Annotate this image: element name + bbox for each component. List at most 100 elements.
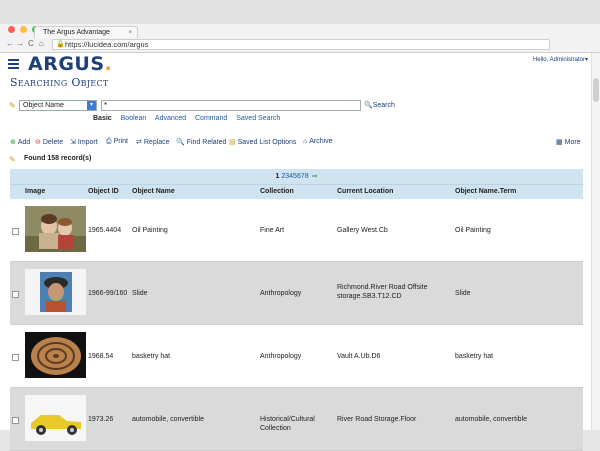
painting-thumbnail: [25, 206, 86, 252]
table-header: Image Object ID Object Name Collection C…: [10, 184, 583, 199]
import-button[interactable]: ⇲ Import: [70, 138, 98, 146]
basketry-hat-thumbnail: [25, 332, 86, 378]
url-text: https://lucidea.com/argus: [65, 40, 149, 49]
search-mode-tabs: Basic Boolean Advanced Command Saved Sea…: [93, 115, 287, 122]
logo-text: ARGUS: [28, 53, 105, 75]
pencil-icon: ✎: [9, 101, 16, 110]
table-row[interactable]: 1966-99/160 Slide Anthropology Richmond.…: [10, 262, 583, 325]
cell-location: Gallery West.Cb: [337, 227, 388, 234]
col-collection[interactable]: Collection: [260, 188, 294, 195]
col-object-name[interactable]: Object Name: [132, 188, 175, 195]
printer-icon: ⎙: [106, 138, 112, 145]
pager-pages[interactable]: 2345678: [281, 173, 308, 180]
tab-basic[interactable]: Basic: [93, 115, 112, 122]
delete-label: Delete: [42, 139, 64, 146]
add-label: Add: [17, 139, 31, 146]
magnifier-icon: 🔍: [176, 139, 185, 146]
table-row[interactable]: 1965.4404 Oil Painting Fine Art Gallery …: [10, 199, 583, 262]
cell-collection: Fine Art: [260, 227, 285, 234]
table-row[interactable]: 1973.26 automobile, convertible Historic…: [10, 388, 583, 451]
pager-current: 1: [275, 173, 280, 180]
tab-title: The Argus Advantage: [43, 29, 110, 36]
page-title: Searching Object: [10, 76, 109, 89]
import-label: Import: [77, 139, 98, 146]
user-menu[interactable]: Hello, Administrator▾: [533, 56, 588, 63]
lock-icon: 🔒: [56, 41, 65, 48]
address-bar[interactable]: 🔒 https://lucidea.com/argus: [52, 39, 550, 50]
cell-object-name: Oil Painting: [132, 227, 168, 234]
saved-list-button[interactable]: ▤ Saved List Options: [229, 138, 296, 146]
search-input[interactable]: *: [101, 100, 361, 111]
search-button[interactable]: 🔍Search: [364, 101, 395, 109]
pager-next-icon[interactable]: ⇒: [312, 173, 318, 180]
more-button[interactable]: ▦ More: [556, 138, 581, 146]
tab-boolean[interactable]: Boolean: [121, 115, 147, 122]
argus-logo: ARGUS.: [28, 53, 112, 75]
forward-button[interactable]: →: [16, 39, 24, 48]
cell-object-name: basketry hat: [132, 353, 171, 360]
print-label: Print: [113, 138, 129, 145]
automobile-thumbnail: [25, 395, 86, 441]
find-related-button[interactable]: 🔍 Find Related: [176, 138, 226, 146]
field-select[interactable]: Object Name ▾: [19, 100, 97, 111]
cell-collection: Anthropology: [260, 353, 302, 360]
home-button[interactable]: ⌂: [39, 39, 44, 48]
col-object-id[interactable]: Object ID: [88, 188, 119, 195]
more-icon: ▦: [556, 139, 563, 146]
saved-list-label: Saved List Options: [237, 139, 297, 146]
print-button[interactable]: ⎙ Print: [106, 138, 128, 146]
scrollbar-thumb[interactable]: [593, 78, 599, 102]
row-checkbox[interactable]: [12, 291, 19, 298]
add-button[interactable]: ⊕ Add: [10, 138, 30, 146]
tab-command[interactable]: Command: [195, 115, 227, 122]
cell-object-id: 1973.26: [88, 416, 114, 423]
cell-location: Richmond.River Road Offsite storage.SB3.…: [337, 284, 428, 300]
cell-term: Slide: [455, 290, 471, 297]
archive-icon: ⌂: [303, 138, 308, 145]
pager: 1 2345678 ⇒: [10, 169, 583, 184]
archive-label: Archive: [309, 138, 333, 145]
archive-button[interactable]: ⌂ Archive: [303, 138, 333, 145]
replace-button[interactable]: ⇄ Replace: [136, 138, 170, 146]
row-checkbox[interactable]: [12, 417, 19, 424]
back-button[interactable]: ←: [6, 39, 14, 48]
cell-object-id: 1968.54: [88, 353, 114, 360]
tab-saved-search[interactable]: Saved Search: [236, 115, 280, 122]
delete-icon: ⊖: [35, 139, 41, 146]
browser-tab[interactable]: The Argus Advantage ×: [34, 26, 138, 38]
cell-term: basketry hat: [455, 353, 494, 360]
search-button-label: Search: [372, 102, 395, 109]
tab-strip: [0, 0, 600, 24]
table-row[interactable]: 1968.54 basketry hat Anthropology Vault …: [10, 325, 583, 388]
vertical-scrollbar[interactable]: [591, 53, 600, 430]
cell-collection: Historical/Cultural Collection: [260, 416, 315, 432]
cell-location: Vault A.Ub.D6: [337, 353, 381, 360]
cell-term: Oil Painting: [455, 227, 491, 234]
cell-object-name: Slide: [132, 290, 148, 297]
pencil-icon: ✎: [9, 155, 16, 164]
replace-icon: ⇄: [136, 139, 142, 146]
col-current-location[interactable]: Current Location: [337, 188, 393, 195]
slide-thumbnail: [25, 269, 86, 315]
nav-bar: ← → C ⌂ 🔒 https://lucidea.com/argus: [0, 38, 600, 52]
find-related-label: Find Related: [186, 139, 227, 146]
tab-advanced[interactable]: Advanced: [155, 115, 186, 122]
cell-location: River Road Storage.Floor: [337, 416, 417, 423]
menu-icon[interactable]: [8, 59, 19, 71]
row-checkbox[interactable]: [12, 228, 19, 235]
logo-dot: .: [104, 53, 113, 75]
cell-object-name: automobile, convertible: [132, 416, 204, 423]
close-window-icon[interactable]: [8, 26, 15, 33]
replace-label: Replace: [143, 139, 170, 146]
field-select-value: Object Name: [23, 102, 64, 109]
cell-object-id: 1966-99/160: [88, 290, 128, 297]
col-object-name-term[interactable]: Object Name.Term: [455, 188, 516, 195]
browser-chrome: The Argus Advantage × ← → C ⌂ 🔒 https://…: [0, 0, 600, 53]
reload-button[interactable]: C: [28, 39, 34, 48]
col-image[interactable]: Image: [25, 188, 45, 195]
delete-button[interactable]: ⊖ Delete: [35, 138, 63, 146]
minimize-window-icon[interactable]: [20, 26, 28, 33]
row-checkbox[interactable]: [12, 354, 19, 361]
record-count: Found 158 record(s): [24, 155, 92, 162]
magnifier-icon: 🔍: [364, 102, 373, 109]
